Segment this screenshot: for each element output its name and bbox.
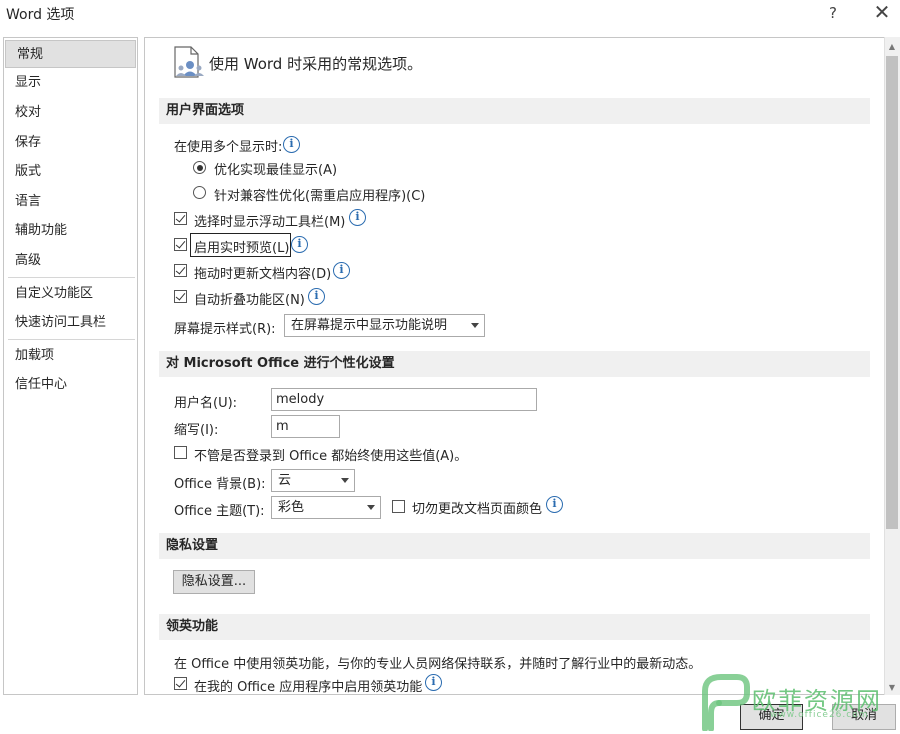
sidebar-item-trust-center[interactable]: 信任中心	[4, 371, 137, 399]
linkedin-enable-checkbox[interactable]	[174, 677, 187, 690]
radio-best-display-label[interactable]: 优化实现最佳显示(A)	[214, 159, 337, 178]
mini-toolbar-label[interactable]: 选择时显示浮动工具栏(M)	[194, 211, 345, 230]
privacy-settings-button[interactable]: 隐私设置...	[173, 570, 255, 594]
scroll-up-icon[interactable]: ▲	[884, 40, 900, 54]
chevron-down-icon	[471, 323, 479, 328]
sidebar-separator	[8, 277, 135, 278]
info-icon[interactable]: i	[308, 288, 325, 305]
always-use-label[interactable]: 不管是否登录到 Office 都始终使用这些值(A)。	[194, 445, 467, 464]
sidebar-item-language[interactable]: 语言	[4, 188, 137, 216]
sidebar-item-quick-access-toolbar[interactable]: 快速访问工具栏	[4, 309, 137, 337]
sidebar-item-add-ins[interactable]: 加载项	[4, 342, 137, 370]
always-use-checkbox[interactable]	[174, 446, 187, 459]
section-header-privacy: 隐私设置	[159, 533, 870, 559]
screentip-dropdown[interactable]: 在屏幕提示中显示功能说明	[284, 314, 485, 337]
screentip-value: 在屏幕提示中显示功能说明	[291, 318, 448, 333]
sidebar-separator	[8, 339, 135, 340]
scroll-down-icon[interactable]: ▼	[884, 681, 900, 695]
sidebar-item-display[interactable]: 显示	[4, 69, 137, 97]
help-button[interactable]: ?	[822, 2, 844, 24]
office-theme-value: 彩色	[278, 500, 305, 515]
radio-compatibility-label[interactable]: 针对兼容性优化(需重启应用程序)(C)	[214, 185, 425, 204]
window-title: Word 选项	[6, 7, 75, 23]
page-title: 使用 Word 时采用的常规选项。	[209, 55, 423, 73]
sidebar-item-proofing[interactable]: 校对	[4, 99, 137, 127]
info-icon[interactable]: i	[291, 236, 308, 253]
username-label: 用户名(U):	[174, 396, 238, 411]
sidebar-item-customize-ribbon[interactable]: 自定义功能区	[4, 280, 137, 308]
sidebar-item-advanced[interactable]: 高级	[4, 247, 137, 275]
live-preview-checkbox[interactable]	[174, 238, 187, 251]
initials-input[interactable]: m	[271, 415, 340, 438]
sidebar-item-layout[interactable]: 版式	[4, 158, 137, 186]
general-options-icon	[174, 46, 204, 78]
collapse-ribbon-label[interactable]: 自动折叠功能区(N)	[194, 289, 305, 308]
no-change-color-label[interactable]: 切勿更改文档页面颜色	[412, 498, 542, 517]
watermark-logo-icon	[702, 674, 750, 731]
info-icon[interactable]: i	[333, 262, 350, 279]
section-header-linkedin: 领英功能	[159, 614, 870, 640]
sidebar-item-accessibility[interactable]: 辅助功能	[4, 217, 137, 245]
linkedin-description: 在 Office 中使用领英功能，与你的专业人员网络保持联系，并随时了解行业中的…	[174, 657, 702, 672]
radio-best-display[interactable]	[193, 161, 206, 174]
sidebar-item-save[interactable]: 保存	[4, 129, 137, 157]
info-icon[interactable]: i	[546, 496, 563, 513]
scroll-thumb[interactable]	[886, 56, 898, 529]
sidebar-item-general[interactable]: 常规	[5, 40, 136, 68]
office-theme-label: Office 主题(T):	[174, 504, 265, 519]
live-preview-label[interactable]: 启用实时预览(L)	[194, 237, 289, 256]
update-drag-checkbox[interactable]	[174, 264, 187, 277]
office-background-label: Office 背景(B):	[174, 477, 266, 492]
info-icon[interactable]: i	[425, 674, 442, 691]
chevron-down-icon	[341, 478, 349, 483]
screentip-label: 屏幕提示样式(R):	[174, 322, 276, 337]
multi-display-label: 在使用多个显示时:	[174, 140, 283, 155]
sidebar: 常规 显示 校对 保存 版式 语言 辅助功能 高级 自定义功能区 快速访问工具栏…	[3, 37, 138, 695]
chevron-down-icon	[367, 505, 375, 510]
info-icon[interactable]: i	[283, 136, 300, 153]
radio-compatibility[interactable]	[193, 186, 206, 199]
initials-label: 缩写(I):	[174, 423, 219, 438]
mini-toolbar-checkbox[interactable]	[174, 212, 187, 225]
office-background-value: 云	[278, 473, 292, 488]
close-button[interactable]: ✕	[870, 2, 894, 24]
section-header-personalize: 对 Microsoft Office 进行个性化设置	[159, 351, 870, 377]
office-background-dropdown[interactable]: 云	[271, 469, 355, 492]
no-change-color-checkbox[interactable]	[392, 500, 405, 513]
update-drag-label[interactable]: 拖动时更新文档内容(D)	[194, 263, 331, 282]
info-icon[interactable]: i	[349, 209, 366, 226]
section-header-ui-options: 用户界面选项	[159, 98, 870, 124]
collapse-ribbon-checkbox[interactable]	[174, 290, 187, 303]
watermark-subtext: www.office26.com	[770, 710, 869, 720]
office-theme-dropdown[interactable]: 彩色	[271, 496, 381, 519]
username-input[interactable]: melody	[271, 388, 537, 411]
linkedin-enable-label[interactable]: 在我的 Office 应用程序中启用领英功能	[194, 676, 422, 695]
